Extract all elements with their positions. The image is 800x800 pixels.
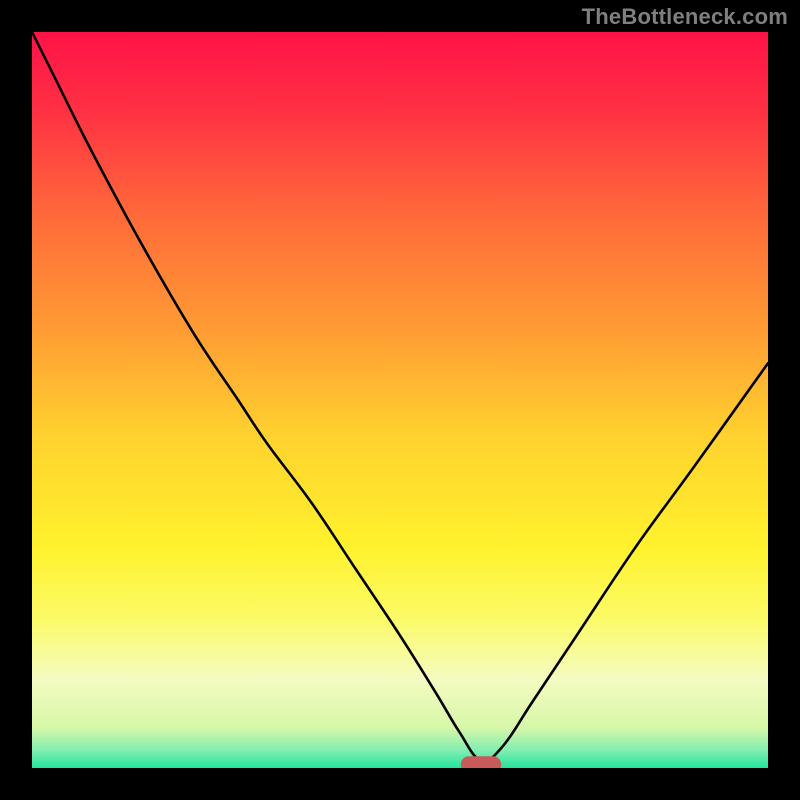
optimal-marker — [461, 756, 501, 768]
plot-area — [32, 32, 768, 768]
gradient-background — [32, 32, 768, 768]
watermark-label: TheBottleneck.com — [582, 4, 788, 30]
bottleneck-chart — [32, 32, 768, 768]
chart-container: TheBottleneck.com — [0, 0, 800, 800]
